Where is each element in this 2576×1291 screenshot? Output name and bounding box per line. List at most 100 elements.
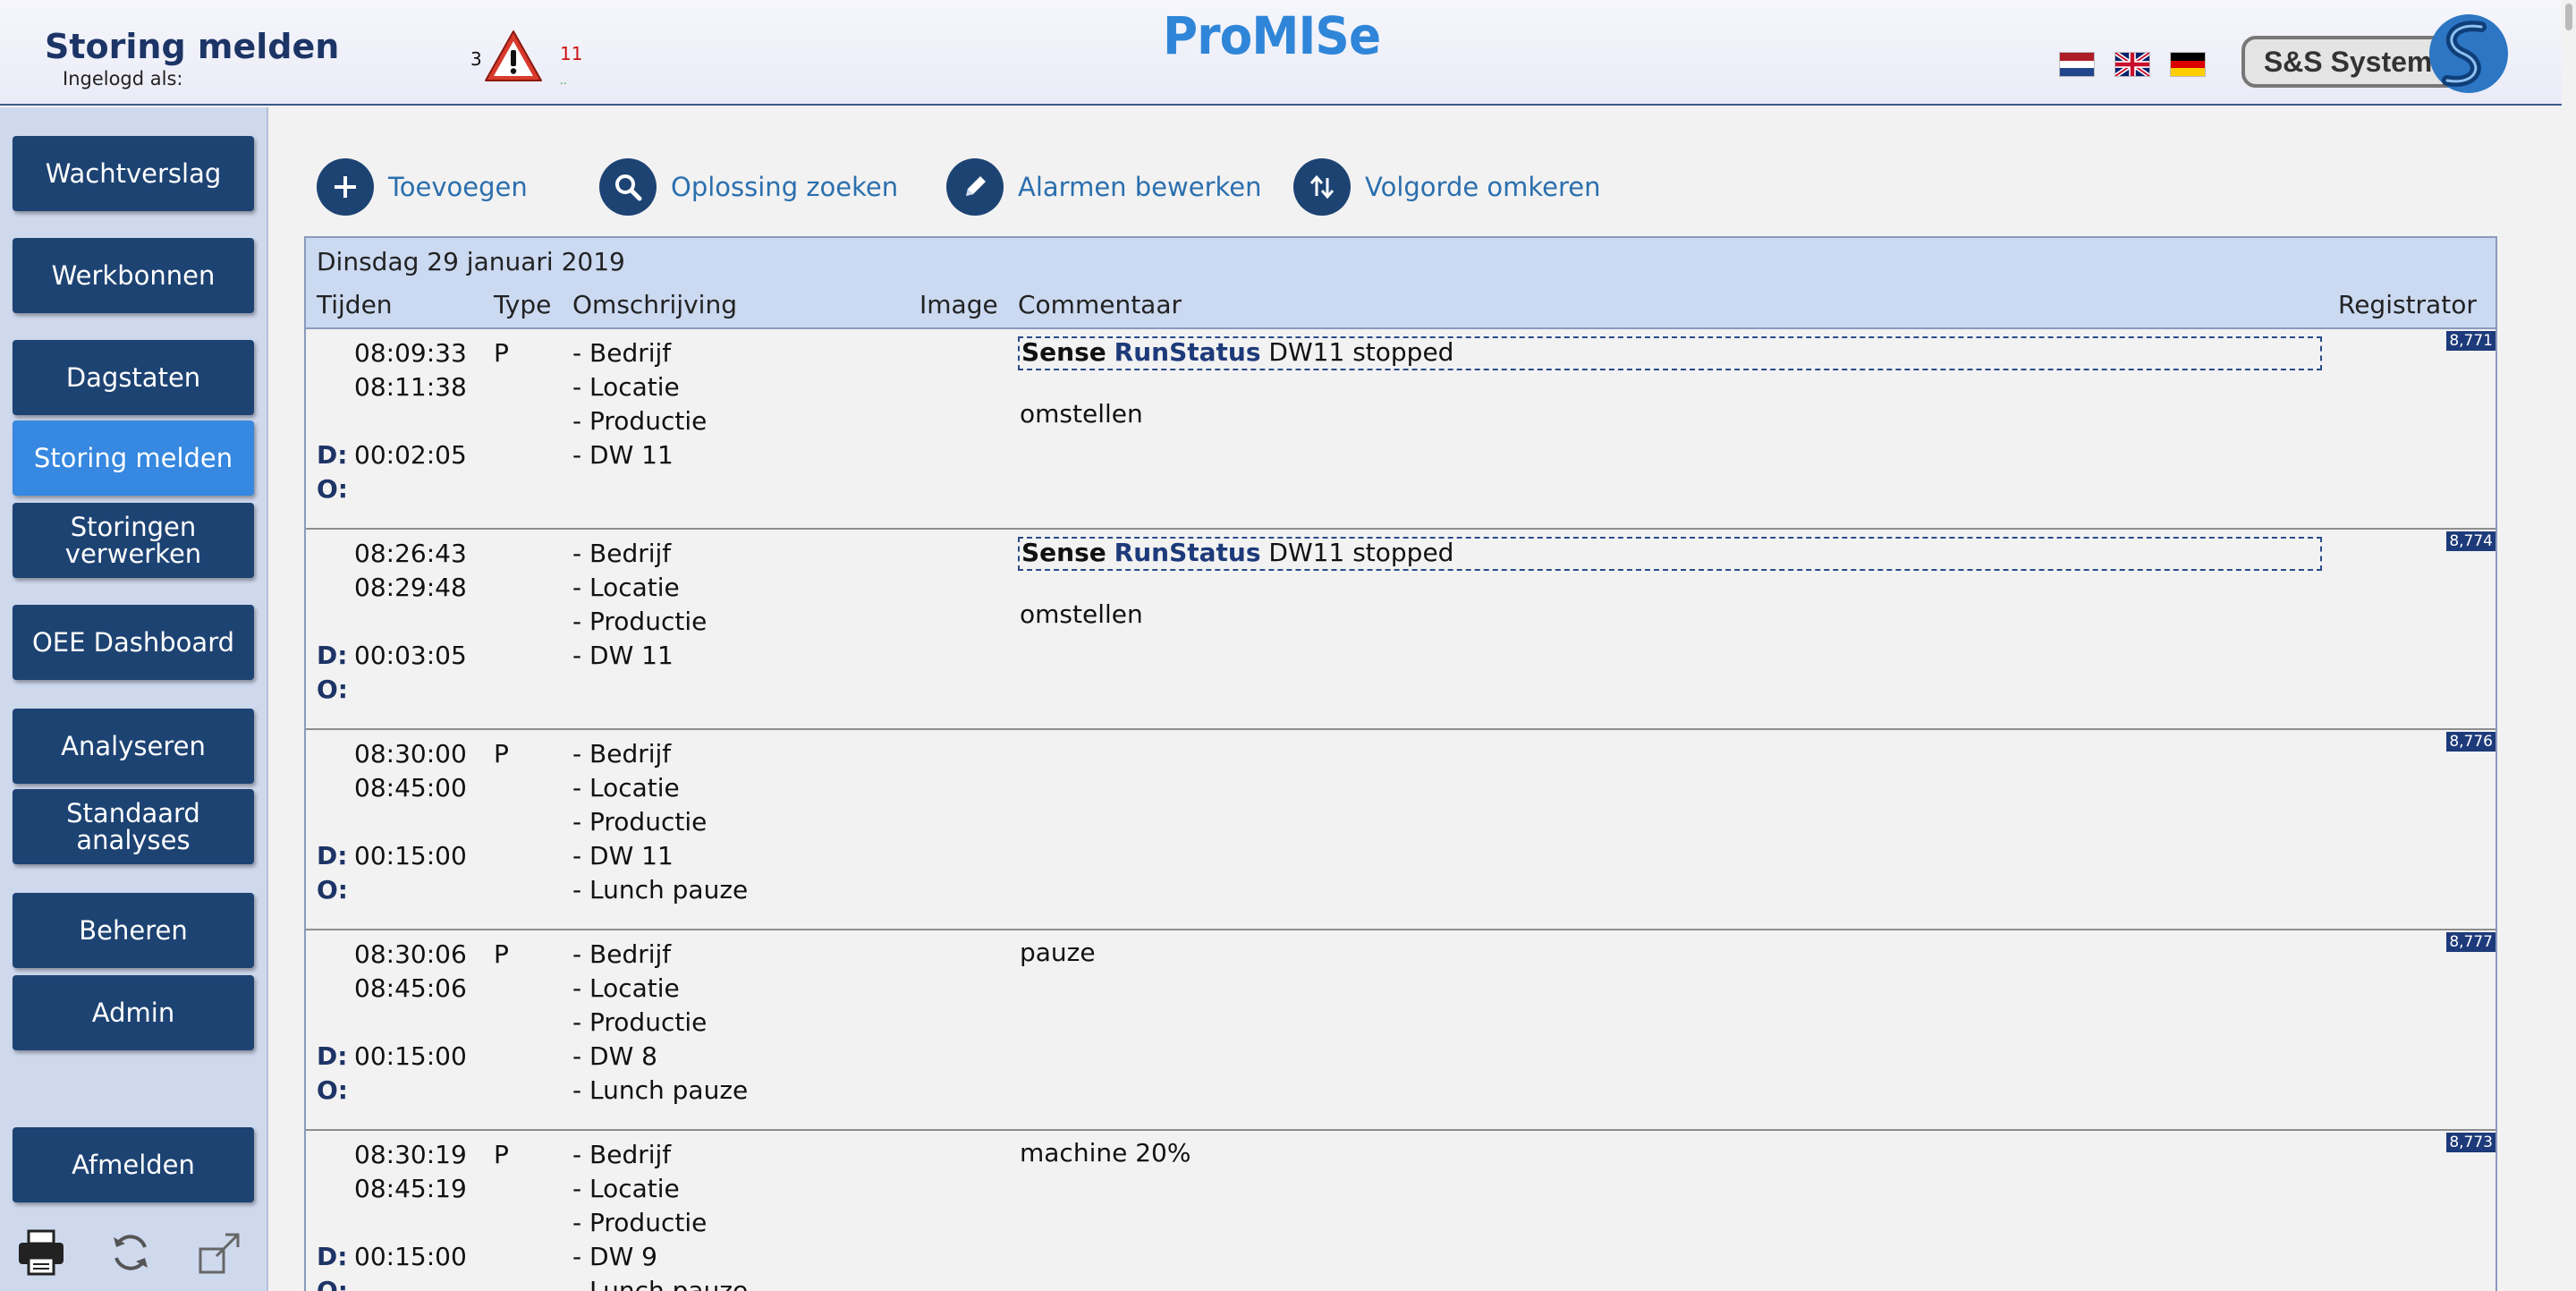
table-row[interactable]: 08:30:00 08:45:00 D: 00:15:00 O: P - Bed… bbox=[306, 730, 2496, 930]
duration: 00:03:05 bbox=[354, 641, 467, 670]
sidebar-item-oee-dashboard[interactable]: OEE Dashboard bbox=[13, 605, 254, 680]
warning-icon[interactable] bbox=[483, 29, 544, 84]
brand-logo: ProMISe bbox=[1163, 5, 1381, 66]
sidebar-item-storingen-verwerken[interactable]: Storingen verwerken bbox=[13, 503, 254, 578]
registrar-badge: 8,776 bbox=[2446, 732, 2496, 752]
column-header-type[interactable]: Type bbox=[494, 290, 551, 319]
fullscreen-icon[interactable] bbox=[195, 1227, 245, 1278]
description-line: - DW 9 bbox=[572, 1242, 657, 1271]
column-header-description[interactable]: Omschrijving bbox=[572, 290, 737, 319]
search-icon bbox=[599, 158, 657, 216]
description-line: - Productie bbox=[572, 406, 708, 436]
end-time: 08:45:19 bbox=[354, 1174, 467, 1203]
printer-icon[interactable] bbox=[16, 1227, 66, 1278]
end-time: 08:11:38 bbox=[354, 372, 467, 402]
sense-text: DW11 stopped bbox=[1268, 538, 1454, 567]
company-name: S&S Systems bbox=[2264, 46, 2448, 78]
alarm-count-right[interactable]: 11 bbox=[560, 43, 582, 64]
registrar-badge: 8,773 bbox=[2446, 1133, 2496, 1152]
search-solution-button[interactable]: Oplossing zoeken bbox=[599, 157, 898, 217]
registrar-badge: 8,777 bbox=[2446, 932, 2496, 952]
sense-alarm-box[interactable]: Sense RunStatus DW11 stopped bbox=[1018, 336, 2322, 370]
table-row[interactable]: 08:30:19 08:45:19 D: 00:15:00 O: P - Bed… bbox=[306, 1131, 2496, 1291]
sidebar-item-analyseren[interactable]: Analyseren bbox=[13, 709, 254, 784]
description-line: - Locatie bbox=[572, 573, 680, 602]
start-time: 08:26:43 bbox=[354, 539, 467, 568]
column-header-registrar[interactable]: Registrator bbox=[2338, 290, 2477, 319]
description-line: - DW 8 bbox=[572, 1041, 657, 1071]
dutch-flag-icon[interactable] bbox=[2059, 52, 2095, 77]
german-flag-icon[interactable] bbox=[2170, 52, 2206, 77]
sidebar-item-storing-melden[interactable]: Storing melden bbox=[13, 420, 254, 496]
sidebar-item-afmelden[interactable]: Afmelden bbox=[13, 1127, 254, 1202]
description-line: - DW 11 bbox=[572, 841, 674, 871]
plus-icon bbox=[317, 158, 374, 216]
description-line: - Locatie bbox=[572, 372, 680, 402]
description-line: - Locatie bbox=[572, 773, 680, 803]
description-line: - DW 11 bbox=[572, 440, 674, 470]
table-row[interactable]: 08:26:43 08:29:48 D: 00:03:05 O: - Bedri… bbox=[306, 530, 2496, 730]
other-label: O: bbox=[317, 1276, 348, 1291]
page-title: Storing melden bbox=[45, 27, 340, 66]
company-logo: S&S Systems bbox=[2241, 14, 2508, 93]
start-time: 08:09:33 bbox=[354, 338, 467, 368]
start-time: 08:30:06 bbox=[354, 939, 467, 969]
end-time: 08:45:00 bbox=[354, 773, 467, 803]
duration-label: D: bbox=[317, 1041, 348, 1071]
description-line: - Productie bbox=[572, 607, 708, 636]
comment: machine 20% bbox=[1020, 1138, 1191, 1168]
table-header: Dinsdag 29 januari 2019 Tijden Type Omsc… bbox=[306, 238, 2496, 329]
description-line: - Lunch pauze bbox=[572, 875, 749, 905]
alarm-count-left[interactable]: 3 bbox=[470, 48, 482, 70]
description-line: - Productie bbox=[572, 807, 708, 837]
end-time: 08:45:06 bbox=[354, 973, 467, 1003]
description-line: - Bedrijf bbox=[572, 539, 672, 568]
sense-text: DW11 stopped bbox=[1268, 337, 1454, 367]
table-row[interactable]: 08:30:06 08:45:06 D: 00:15:00 O: P - Bed… bbox=[306, 930, 2496, 1131]
scrollbar-thumb[interactable] bbox=[2565, 4, 2572, 30]
type: P bbox=[494, 1140, 509, 1169]
duration-label: D: bbox=[317, 641, 348, 670]
sidebar-item-wachtverslag[interactable]: Wachtverslag bbox=[13, 136, 254, 211]
description-line: - Bedrijf bbox=[572, 1140, 672, 1169]
duration-label: D: bbox=[317, 1242, 348, 1271]
sense-alarm-box[interactable]: Sense RunStatus DW11 stopped bbox=[1018, 537, 2322, 571]
description-line: - Locatie bbox=[572, 973, 680, 1003]
type: P bbox=[494, 739, 509, 769]
page-scrollbar[interactable] bbox=[2562, 0, 2576, 1291]
sidebar-item-dagstaten[interactable]: Dagstaten bbox=[13, 340, 254, 415]
add-button[interactable]: Toevoegen bbox=[317, 157, 528, 217]
date-heading: Dinsdag 29 januari 2019 bbox=[317, 247, 625, 276]
start-time: 08:30:00 bbox=[354, 739, 467, 769]
column-header-image[interactable]: Image bbox=[919, 290, 998, 319]
logged-in-label: Ingelogd als: bbox=[63, 68, 183, 89]
duration-label: D: bbox=[317, 440, 348, 470]
duration-label: D: bbox=[317, 841, 348, 871]
start-time: 08:30:19 bbox=[354, 1140, 467, 1169]
description-line: - DW 11 bbox=[572, 641, 674, 670]
sidebar-item-standaard-analyses[interactable]: Standaard analyses bbox=[13, 789, 254, 864]
type: P bbox=[494, 338, 509, 368]
column-header-comment[interactable]: Commentaar bbox=[1018, 290, 1182, 319]
column-header-times[interactable]: Tijden bbox=[317, 290, 393, 319]
comment: omstellen bbox=[1020, 399, 1143, 429]
sense-source: Sense bbox=[1021, 337, 1106, 367]
description-line: - Locatie bbox=[572, 1174, 680, 1203]
english-flag-icon[interactable] bbox=[2114, 52, 2150, 77]
description-line: - Bedrijf bbox=[572, 939, 672, 969]
sidebar-item-admin[interactable]: Admin bbox=[13, 975, 254, 1050]
sidebar-item-werkbonnen[interactable]: Werkbonnen bbox=[13, 238, 254, 313]
add-button-label: Toevoegen bbox=[388, 172, 528, 202]
edit-alarms-button[interactable]: Alarmen bewerken bbox=[946, 157, 1261, 217]
edit-alarms-label: Alarmen bewerken bbox=[1018, 172, 1262, 202]
search-solution-label: Oplossing zoeken bbox=[671, 172, 899, 202]
end-time: 08:29:48 bbox=[354, 573, 467, 602]
refresh-icon[interactable] bbox=[106, 1227, 156, 1278]
sidebar-item-beheren[interactable]: Beheren bbox=[13, 893, 254, 968]
comment: omstellen bbox=[1020, 599, 1143, 629]
table-row[interactable]: 08:09:33 08:11:38 D: 00:02:05 O: P - Bed… bbox=[306, 329, 2496, 530]
pencil-icon bbox=[946, 158, 1004, 216]
registrar-badge: 8,774 bbox=[2446, 531, 2496, 551]
reverse-order-button[interactable]: Volgorde omkeren bbox=[1293, 157, 1601, 217]
type: P bbox=[494, 939, 509, 969]
